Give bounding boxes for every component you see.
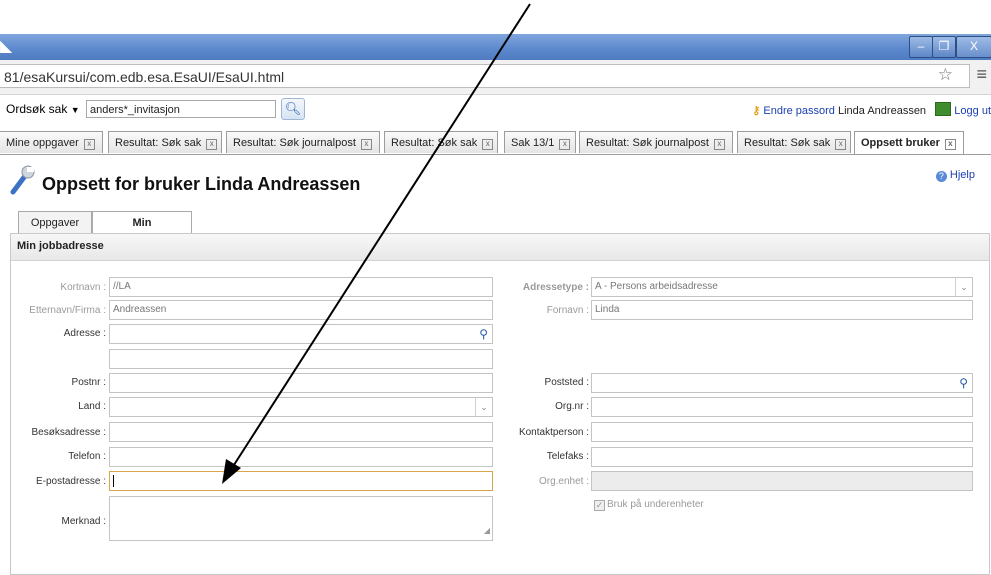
epost-label: E-postadresse : — [35, 476, 106, 487]
postnr-field[interactable] — [109, 373, 493, 393]
help-link[interactable]: ? Hjelp — [935, 169, 975, 182]
land-label: Land : — [78, 401, 106, 412]
tab-resultat-sok-sak-2[interactable]: Resultat: Søk sak x — [384, 131, 498, 153]
window-title-bar: ◣ – ❐ X — [0, 34, 991, 60]
merknad-textarea[interactable]: ◢ — [109, 496, 493, 541]
kontaktperson-label: Kontaktperson : — [518, 427, 589, 438]
app-toolbar: Ordsøk sak ▼ anders*_invitasjon 🔍︎ ⚷ End… — [0, 95, 991, 126]
checkbox-checked-icon: ✓ — [594, 500, 605, 511]
kortnavn-label: Kortnavn : — [60, 282, 106, 293]
app-icon: ◣ — [0, 38, 13, 55]
tab-divider — [0, 154, 991, 155]
wrench-icon — [10, 165, 35, 195]
subtab-oppgaver[interactable]: Oppgaver — [18, 211, 92, 233]
tab-bar: Mine oppgaver x Resultat: Søk sak x Result… — [0, 131, 991, 156]
kontaktperson-field[interactable] — [591, 422, 973, 442]
chevron-down-icon[interactable]: ⌄ — [475, 398, 492, 416]
maximize-button[interactable]: ❐ — [932, 36, 956, 58]
resize-grip-icon[interactable]: ◢ — [484, 522, 490, 540]
adresse-field[interactable]: ⚲ — [109, 324, 493, 344]
url-field[interactable]: 81/esaKursui/com.edb.esa.EsaUI/EsaUI.htm… — [0, 64, 970, 88]
close-tab-icon[interactable]: x — [944, 139, 956, 150]
text-cursor — [113, 475, 114, 487]
search-icon[interactable]: ⚲ — [479, 326, 488, 342]
user-links: ⚷ Endre passord Linda Andreassen Logg ut — [752, 102, 991, 117]
subtab-min-jobbadresse[interactable]: Min jobbadresse — [92, 211, 192, 251]
help-icon: ? — [935, 171, 947, 182]
poststed-field[interactable]: ⚲ — [591, 373, 973, 393]
logout-link[interactable]: Logg ut — [954, 105, 991, 117]
search-icon[interactable]: ⚲ — [959, 375, 968, 391]
change-password-link[interactable]: Endre passord — [763, 105, 835, 117]
tab-oppsett-bruker[interactable]: Oppsett bruker x — [854, 131, 964, 155]
close-tab-icon[interactable]: x — [206, 139, 218, 150]
land-select[interactable]: ⌄ — [109, 397, 493, 417]
poststed-label: Poststed : — [544, 377, 589, 388]
orgenhet-label: Org.enhet : — [538, 476, 589, 487]
epost-field[interactable] — [109, 471, 493, 491]
page-title: Oppsett for bruker Linda Andreassen — [42, 174, 361, 194]
adressetype-select: A - Persons arbeidsadresse ⌄ — [591, 277, 973, 297]
key-icon: ⚷ — [752, 105, 761, 117]
browser-menu-icon[interactable]: ≡ — [976, 64, 987, 85]
close-window-button[interactable]: X — [956, 36, 991, 58]
tab-resultat-sok-sak-3[interactable]: Resultat: Søk sak x — [737, 131, 851, 153]
telefaks-label: Telefaks : — [546, 451, 589, 462]
etternavn-field: Andreassen — [109, 300, 493, 320]
postnr-label: Postnr : — [71, 377, 106, 388]
search-icon: 🔍︎ — [284, 101, 302, 116]
chevron-down-icon: ▼ — [70, 105, 80, 115]
telefaks-field[interactable] — [591, 447, 973, 467]
search-button[interactable]: 🔍︎ — [281, 98, 305, 120]
tab-resultat-sok-sak[interactable]: Resultat: Søk sak x — [108, 131, 222, 153]
telefon-field[interactable] — [109, 447, 493, 467]
orgnr-label: Org.nr : — [555, 401, 589, 412]
merknad-label: Merknad : — [61, 516, 106, 527]
close-tab-icon[interactable]: x — [713, 139, 725, 150]
search-input[interactable]: anders*_invitasjon — [86, 100, 276, 118]
chevron-down-icon: ⌄ — [955, 278, 972, 296]
orgenhet-field — [591, 471, 973, 491]
etternavn-label: Etternavn/Firma : — [29, 305, 106, 316]
page-header: Oppsett for bruker Linda Andreassen ? Hje… — [0, 157, 991, 207]
close-tab-icon[interactable]: x — [559, 139, 571, 150]
bruk-underenheter-checkbox: ✓ Bruk på underenheter — [594, 499, 704, 511]
fornavn-field: Linda — [591, 300, 973, 320]
tab-sak-13-1[interactable]: Sak 13/1 x — [504, 131, 576, 153]
browser-address-bar: 81/esaKursui/com.edb.esa.EsaUI/EsaUI.htm… — [0, 60, 991, 95]
close-tab-icon[interactable]: x — [835, 139, 847, 150]
panel-title: Min jobbadresse — [17, 240, 104, 252]
minimize-button[interactable]: – — [909, 36, 933, 58]
orgnr-field[interactable] — [591, 397, 973, 417]
search-type-dropdown[interactable]: Ordsøk sak ▼ — [6, 102, 80, 116]
besoksadresse-label: Besøksadresse : — [31, 427, 106, 438]
adresse-line2-field[interactable] — [109, 349, 493, 369]
fornavn-label: Fornavn : — [546, 305, 589, 316]
besoksadresse-field[interactable] — [109, 422, 493, 442]
logout-icon — [935, 102, 952, 116]
bookmark-star-icon[interactable]: ☆ — [938, 65, 953, 85]
user-name: Linda Andreassen — [837, 105, 927, 117]
panel-header: Min jobbadresse — [11, 234, 989, 261]
close-tab-icon[interactable]: x — [482, 139, 494, 150]
close-tab-icon[interactable]: x — [360, 139, 372, 150]
kortnavn-field: //LA — [109, 277, 493, 297]
adresse-label: Adresse : — [63, 328, 106, 339]
telefon-label: Telefon : — [68, 451, 106, 462]
tab-resultat-sok-journalpost[interactable]: Resultat: Søk journalpost x — [226, 131, 380, 153]
tab-mine-oppgaver[interactable]: Mine oppgaver x — [0, 131, 103, 153]
close-tab-icon[interactable]: x — [83, 139, 95, 150]
adressetype-label: Adressetype : — [522, 282, 589, 293]
tab-resultat-sok-journalpost-2[interactable]: Resultat: Søk journalpost x — [579, 131, 733, 153]
